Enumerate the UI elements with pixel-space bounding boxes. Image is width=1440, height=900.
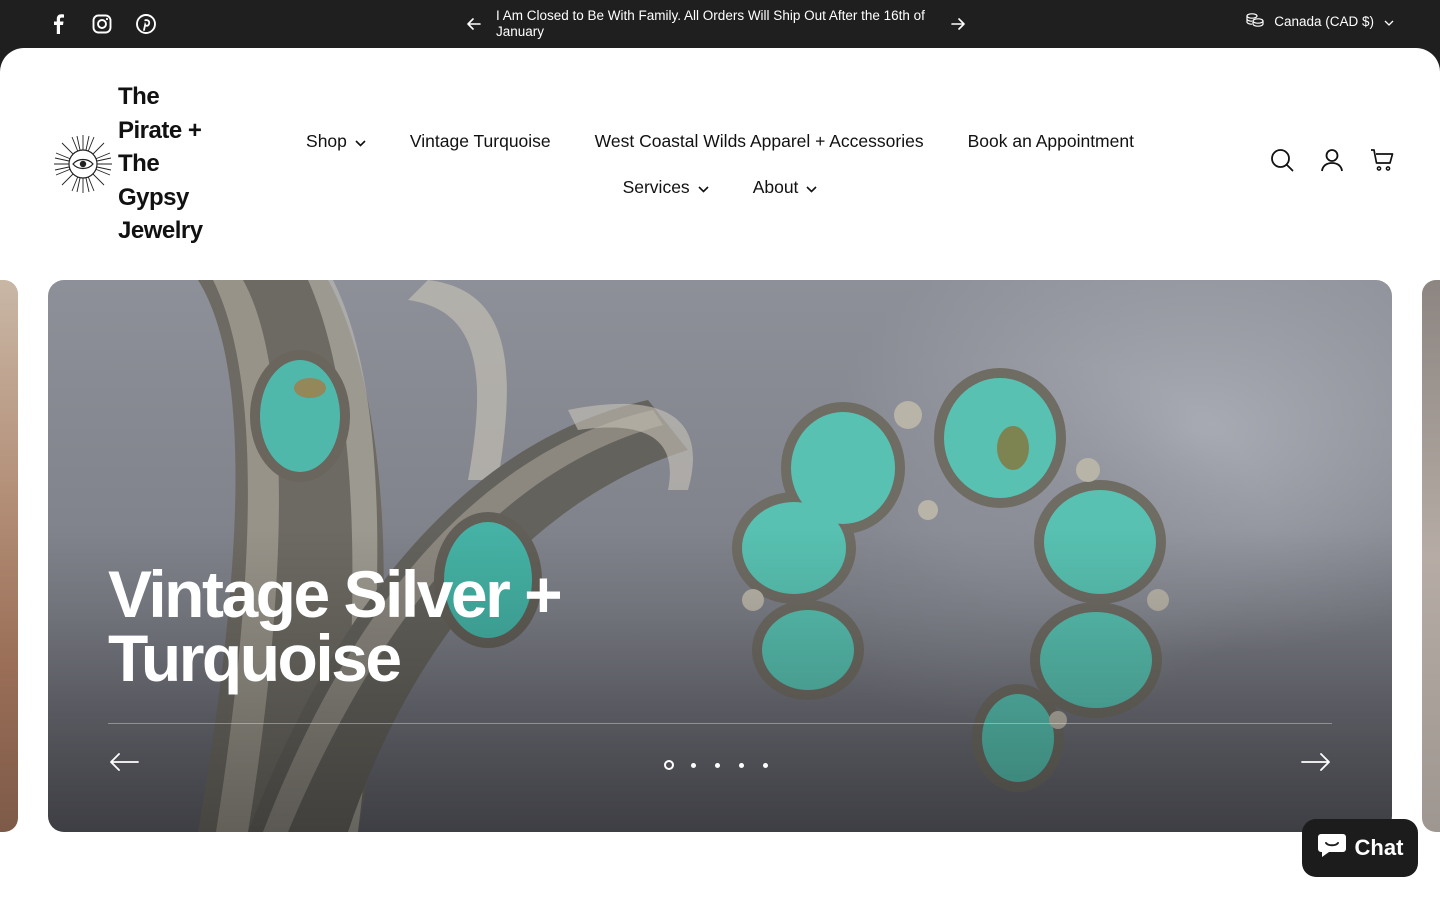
nav-row: Services About (280, 164, 1160, 210)
announcement-prev-button[interactable] (462, 12, 486, 36)
nav-item-label: Book an Appointment (967, 130, 1134, 151)
slide-dot-1[interactable] (664, 760, 674, 770)
announcement-bar: I Am Closed to Be With Family. All Order… (0, 0, 1440, 48)
chevron-down-icon (1384, 14, 1394, 29)
hero-divider (108, 723, 1332, 724)
main-panel: The Pirate + The Gypsy Jewelry Shop Vint… (0, 48, 1440, 900)
announcement-next-button[interactable] (946, 12, 970, 36)
social-links (46, 12, 158, 36)
nav-item-label: Vintage Turquoise (409, 130, 551, 151)
chat-label: Chat (1354, 835, 1404, 860)
header-tools (1270, 148, 1394, 172)
announcement-text: I Am Closed to Be With Family. All Order… (496, 8, 925, 39)
nav-item-label: Shop (306, 130, 347, 151)
nav-item-label: About (752, 176, 799, 197)
cart-icon[interactable] (1370, 148, 1394, 172)
nav-item-book-appointment[interactable]: Book an Appointment (968, 131, 1134, 152)
hero-slide: Vintage Silver + Turquoise (48, 280, 1392, 832)
nav-item-label: Services (622, 176, 690, 197)
slide-dot-3[interactable] (712, 760, 722, 770)
currency-label: Canada (CAD $) (1274, 14, 1374, 29)
currency-selector[interactable]: Canada (CAD $) (1246, 12, 1394, 31)
chat-button[interactable]: Chat (1302, 819, 1418, 877)
nav-item-label: West Coastal Wilds Apparel + Accessories (594, 130, 924, 151)
slide-pagination (664, 760, 770, 770)
facebook-icon[interactable] (46, 12, 70, 36)
slide-next-arrow-icon[interactable] (1300, 750, 1332, 774)
brand-name: The Pirate + The Gypsy Jewelry (118, 83, 203, 244)
nav-item-services[interactable]: Services (623, 177, 709, 198)
slide-dot-5[interactable] (760, 760, 770, 770)
pinterest-icon[interactable] (134, 12, 158, 36)
chevron-down-icon (355, 131, 366, 152)
chevron-down-icon (806, 177, 817, 198)
nav-item-about[interactable]: About (753, 177, 818, 198)
search-icon[interactable] (1270, 148, 1294, 172)
instagram-icon[interactable] (90, 12, 114, 36)
currency-icon (1246, 12, 1264, 31)
next-slide-peek[interactable] (1422, 280, 1440, 832)
announcement-slider: I Am Closed to Be With Family. All Order… (462, 8, 982, 40)
previous-slide-peek[interactable] (0, 280, 18, 832)
nav-item-vintage-turquoise[interactable]: Vintage Turquoise (410, 131, 551, 152)
slide-dot-2[interactable] (688, 760, 698, 770)
nav-item-west-coastal-wilds[interactable]: West Coastal Wilds Apparel + Accessories (595, 131, 924, 152)
chat-bubble-icon (1317, 832, 1347, 864)
slide-prev-arrow-icon[interactable] (108, 750, 140, 774)
slide-shade (48, 280, 1392, 832)
account-icon[interactable] (1320, 148, 1344, 172)
hero-title: Vintage Silver + Turquoise (108, 557, 563, 695)
brand-logo-link[interactable]: The Pirate + The Gypsy Jewelry (52, 80, 228, 248)
nav-row: Shop Vintage Turquoise West Coastal Wild… (280, 118, 1160, 164)
chevron-down-icon (698, 177, 709, 198)
nav-item-shop[interactable]: Shop (306, 131, 366, 152)
main-navigation: Shop Vintage Turquoise West Coastal Wild… (280, 118, 1160, 210)
slide-dot-4[interactable] (736, 760, 746, 770)
sun-eye-logo-icon (52, 133, 114, 195)
